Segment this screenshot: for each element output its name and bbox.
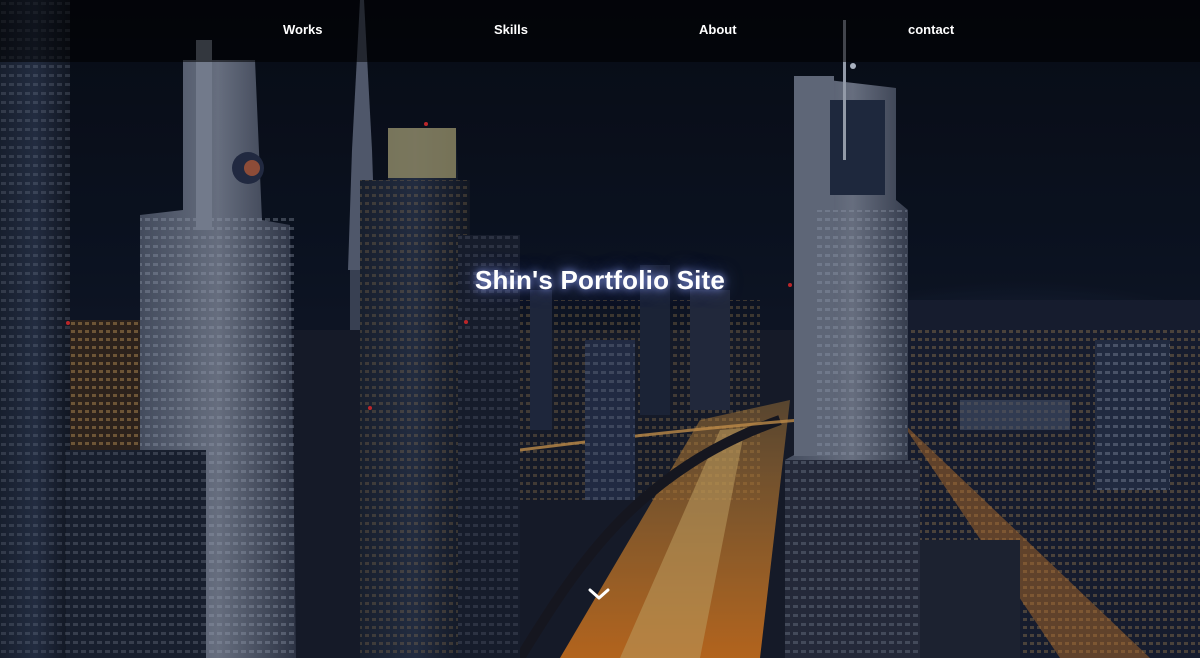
chevron-down-icon[interactable] [588,586,610,602]
hero-title: Shin's Portfolio Site [474,265,726,295]
hero-section: Works Skills About contact Shin's Portfo… [0,0,1200,658]
nav-link-skills[interactable]: Skills [494,22,528,37]
top-navigation-bar: Works Skills About contact [0,0,1200,62]
background-overlay [0,0,1200,658]
nav-link-works[interactable]: Works [283,22,323,37]
nav-link-contact[interactable]: contact [908,22,954,37]
nav-link-about[interactable]: About [699,22,737,37]
